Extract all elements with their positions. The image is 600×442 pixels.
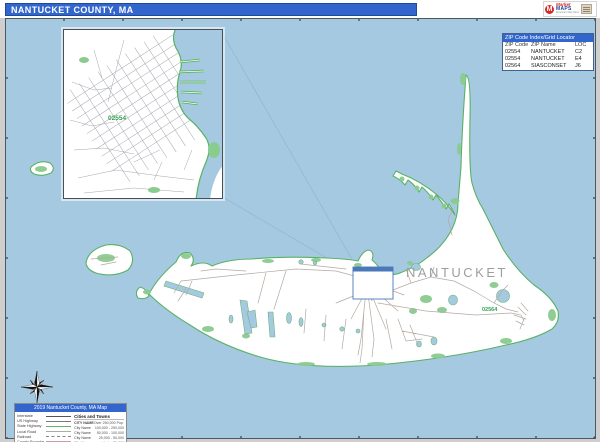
brand-logo: M Market MAPS America's Map Store [543,1,597,17]
inset-map-svg: 02554 [64,30,222,198]
loc-cell: J6 [575,63,591,70]
legend-symbols-column: Interstate US Highway State Highway Loca… [17,414,71,442]
logo-words: Market MAPS America's Map Store [556,3,579,15]
col-loc: LOC [575,42,591,49]
map-canvas: NANTUCKET 02564 [5,18,596,439]
inset-extent-box [353,267,393,299]
name-cell: SIASCONSET [531,63,575,70]
zip-label-main: 02564 [482,307,498,313]
legend-item: Interstate [17,414,71,418]
name-cell: NANTUCKET [531,56,575,63]
zip-index-title: ZIP Code Index/Grid Locator [503,34,593,42]
zip-index-row: 02554 NANTUCKET C2 [503,49,593,56]
inset-streets-outer [70,40,194,193]
legend-item: Railroad [17,435,71,439]
compass-rose-icon [19,369,55,405]
zip-index-table: ZIP Code Index/Grid Locator ZIP Code ZIP… [502,33,594,71]
legend-item: Local Road [17,430,71,434]
inset-harbor-water [174,30,223,198]
city-row: City Name25,000 - 50,000 [74,436,124,440]
zip-cell: 02554 [505,56,531,63]
page-title: NANTUCKET COUNTY, MA [11,5,134,15]
name-cell: NANTUCKET [531,49,575,56]
inset-zip-label: 02554 [108,115,126,122]
col-zip-name: ZIP Name [531,42,575,49]
inset-map: 02554 [63,29,223,199]
logo-seal-icon [581,4,592,14]
inset-connector-lines [221,31,357,274]
zip-cell: 02554 [505,49,531,56]
logo-badge-icon: M [545,5,554,14]
title-bar: NANTUCKET COUNTY, MA [5,3,417,16]
zip-index-header-row: ZIP Code ZIP Name LOC [503,42,593,49]
legend-box: 2019 Nantucket County, MA Map Interstate… [14,403,127,442]
city-row: City Name50,000 - 100,000 [74,431,124,435]
cities-title: Cities and Towns [74,414,124,420]
city-row: City Name100,000 - 250,000 [74,426,124,430]
zip-index-row: 02564 SIASCONSET J6 [503,63,593,70]
col-zip-code: ZIP Code [505,42,531,49]
loc-cell: E4 [575,56,591,63]
zip-index-row: 02554 NANTUCKET E4 [503,56,593,63]
legend-item: US Highway [17,419,71,423]
legend-cities-column: Cities and Towns CITY NAMEOver 250,000 P… [74,414,124,442]
logo-tagline: America's Map Store [556,11,579,15]
map-poster-page: NANTUCKET COUNTY, MA M Market MAPS Ameri… [0,0,600,442]
legend-title: 2019 Nantucket County, MA Map [15,404,126,412]
city-row: CITY NAMEOver 250,000 Pop. [74,421,124,425]
loc-cell: C2 [575,49,591,56]
legend-item: State Highway [17,424,71,428]
island-name-label: NANTUCKET [406,265,508,280]
zip-cell: 02564 [505,63,531,70]
